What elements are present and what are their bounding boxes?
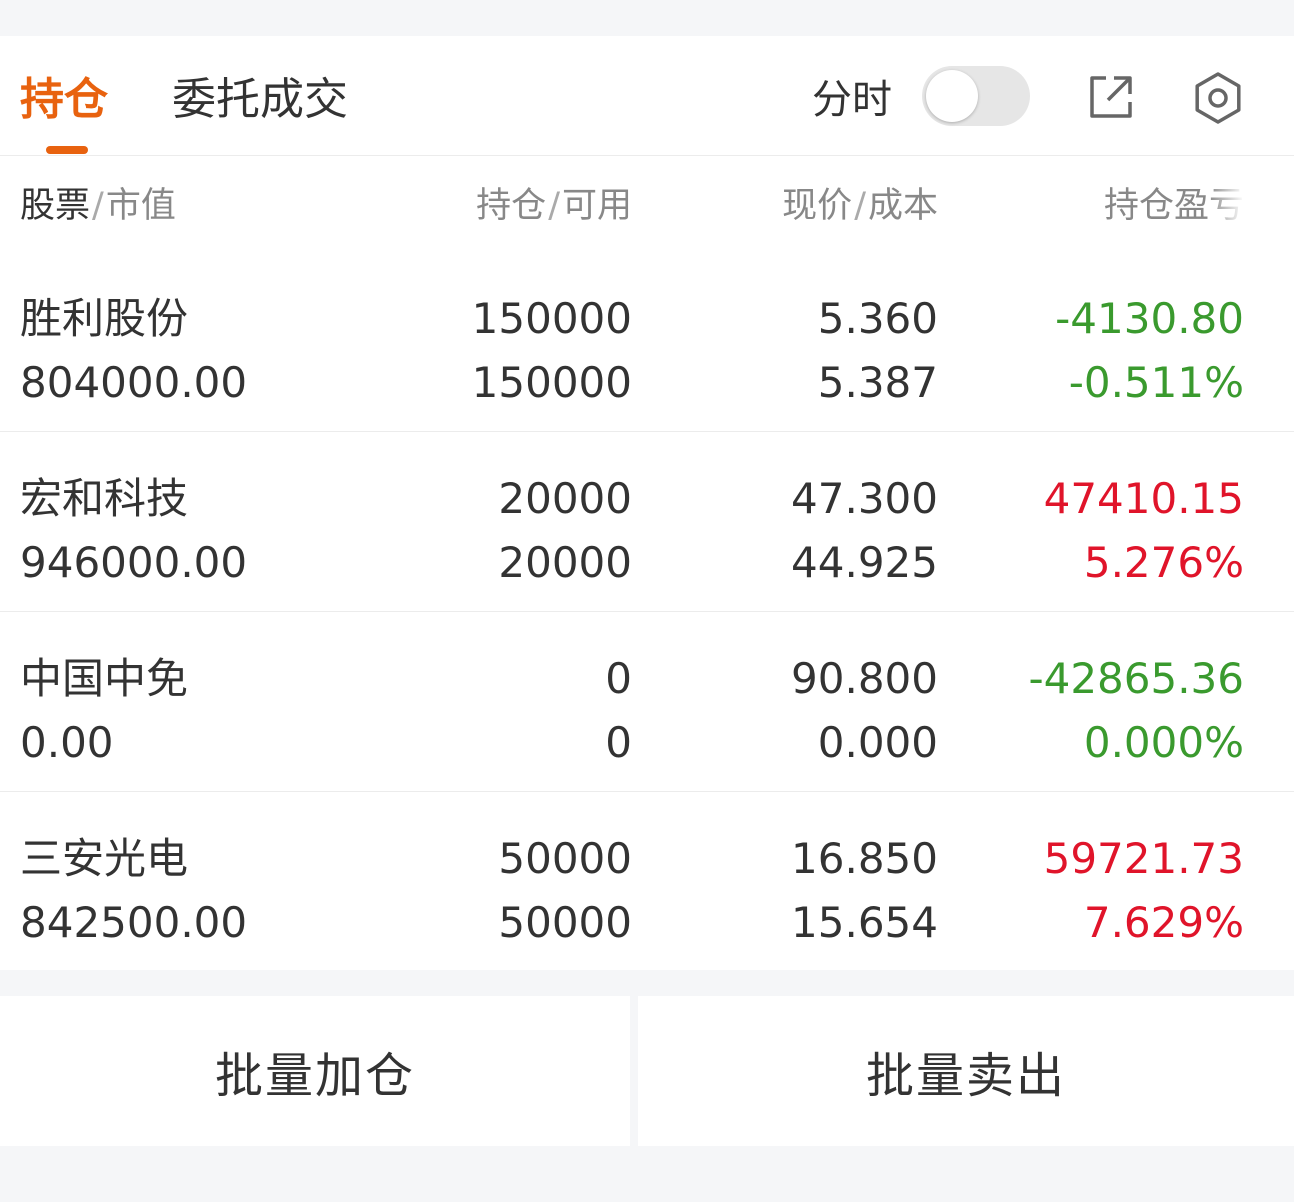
batch-add-label: 批量加仓 <box>214 1048 415 1104</box>
market-value: 804000.00 <box>20 358 248 407</box>
current-price: 47.300 <box>791 474 938 523</box>
tab-orders-trades[interactable]: 委托成交 <box>172 72 348 128</box>
table-row[interactable]: 胜利股份 804000.00 150000 150000 5.360 5.387… <box>0 256 1294 436</box>
position-pl: -42865.36 <box>1028 654 1244 703</box>
position-pl-pct: 7.629% <box>1083 898 1244 947</box>
external-link-icon[interactable] <box>1084 70 1138 124</box>
header-cost-label: 成本 <box>867 186 938 226</box>
cost-price: 15.654 <box>791 898 938 947</box>
available-qty: 150000 <box>471 358 632 407</box>
current-price: 5.360 <box>817 294 938 343</box>
position-qty: 150000 <box>471 294 632 343</box>
cost-price: 44.925 <box>791 538 938 587</box>
batch-sell-button[interactable]: 批量卖出 <box>638 996 1294 1146</box>
header-fade <box>1208 184 1244 228</box>
available-qty: 20000 <box>498 538 632 587</box>
table-row[interactable]: 三安光电 842500.00 50000 50000 16.850 15.654… <box>0 792 1294 972</box>
cost-price: 5.387 <box>817 358 938 407</box>
active-tab-indicator <box>46 146 88 154</box>
available-qty: 0 <box>605 718 632 767</box>
holdings-card: 持仓 委托成交 分时 股票/市值 持仓/可用 现价/成本 持仓盈亏 胜利股份 8… <box>0 36 1294 970</box>
toggle-knob <box>926 70 978 122</box>
market-value: 946000.00 <box>20 538 248 587</box>
position-pl-pct: -0.511% <box>1068 358 1244 407</box>
cost-price: 0.000 <box>817 718 938 767</box>
header-position-label: 持仓 <box>476 186 547 226</box>
header-divider <box>0 155 1294 156</box>
position-qty: 20000 <box>498 474 632 523</box>
header-market-value-label: 市值 <box>105 186 176 226</box>
fenshi-toggle[interactable] <box>922 66 1030 126</box>
position-qty: 0 <box>605 654 632 703</box>
tab-holdings[interactable]: 持仓 <box>20 72 108 128</box>
col-header-stock: 股票/市值 <box>20 186 176 226</box>
batch-sell-label: 批量卖出 <box>865 1048 1066 1104</box>
market-value: 842500.00 <box>20 898 248 947</box>
stock-name: 三安光电 <box>20 834 189 883</box>
stock-name: 中国中免 <box>20 654 189 703</box>
position-pl-pct: 0.000% <box>1083 718 1244 767</box>
col-header-price: 现价/成本 <box>782 186 938 226</box>
stock-name: 宏和科技 <box>20 474 189 523</box>
position-pl: -4130.80 <box>1055 294 1244 343</box>
col-header-position: 持仓/可用 <box>476 186 632 226</box>
position-pl-pct: 5.276% <box>1083 538 1244 587</box>
fenshi-label: 分时 <box>812 77 892 123</box>
market-value: 0.00 <box>20 718 114 767</box>
position-pl: 59721.73 <box>1043 834 1244 883</box>
header-price-label: 现价 <box>782 186 853 226</box>
current-price: 90.800 <box>791 654 938 703</box>
current-price: 16.850 <box>791 834 938 883</box>
header-stock-label: 股票 <box>20 186 91 226</box>
gear-icon[interactable] <box>1190 70 1244 124</box>
position-pl: 47410.15 <box>1043 474 1244 523</box>
top-bar: 持仓 委托成交 分时 <box>0 36 1294 156</box>
header-available-label: 可用 <box>561 186 632 226</box>
batch-add-button[interactable]: 批量加仓 <box>0 996 630 1146</box>
table-row[interactable]: 中国中免 0.00 0 0 90.800 0.000 -42865.36 0.0… <box>0 612 1294 792</box>
stock-name: 胜利股份 <box>20 294 189 343</box>
table-row[interactable]: 宏和科技 946000.00 20000 20000 47.300 44.925… <box>0 432 1294 612</box>
position-qty: 50000 <box>498 834 632 883</box>
available-qty: 50000 <box>498 898 632 947</box>
